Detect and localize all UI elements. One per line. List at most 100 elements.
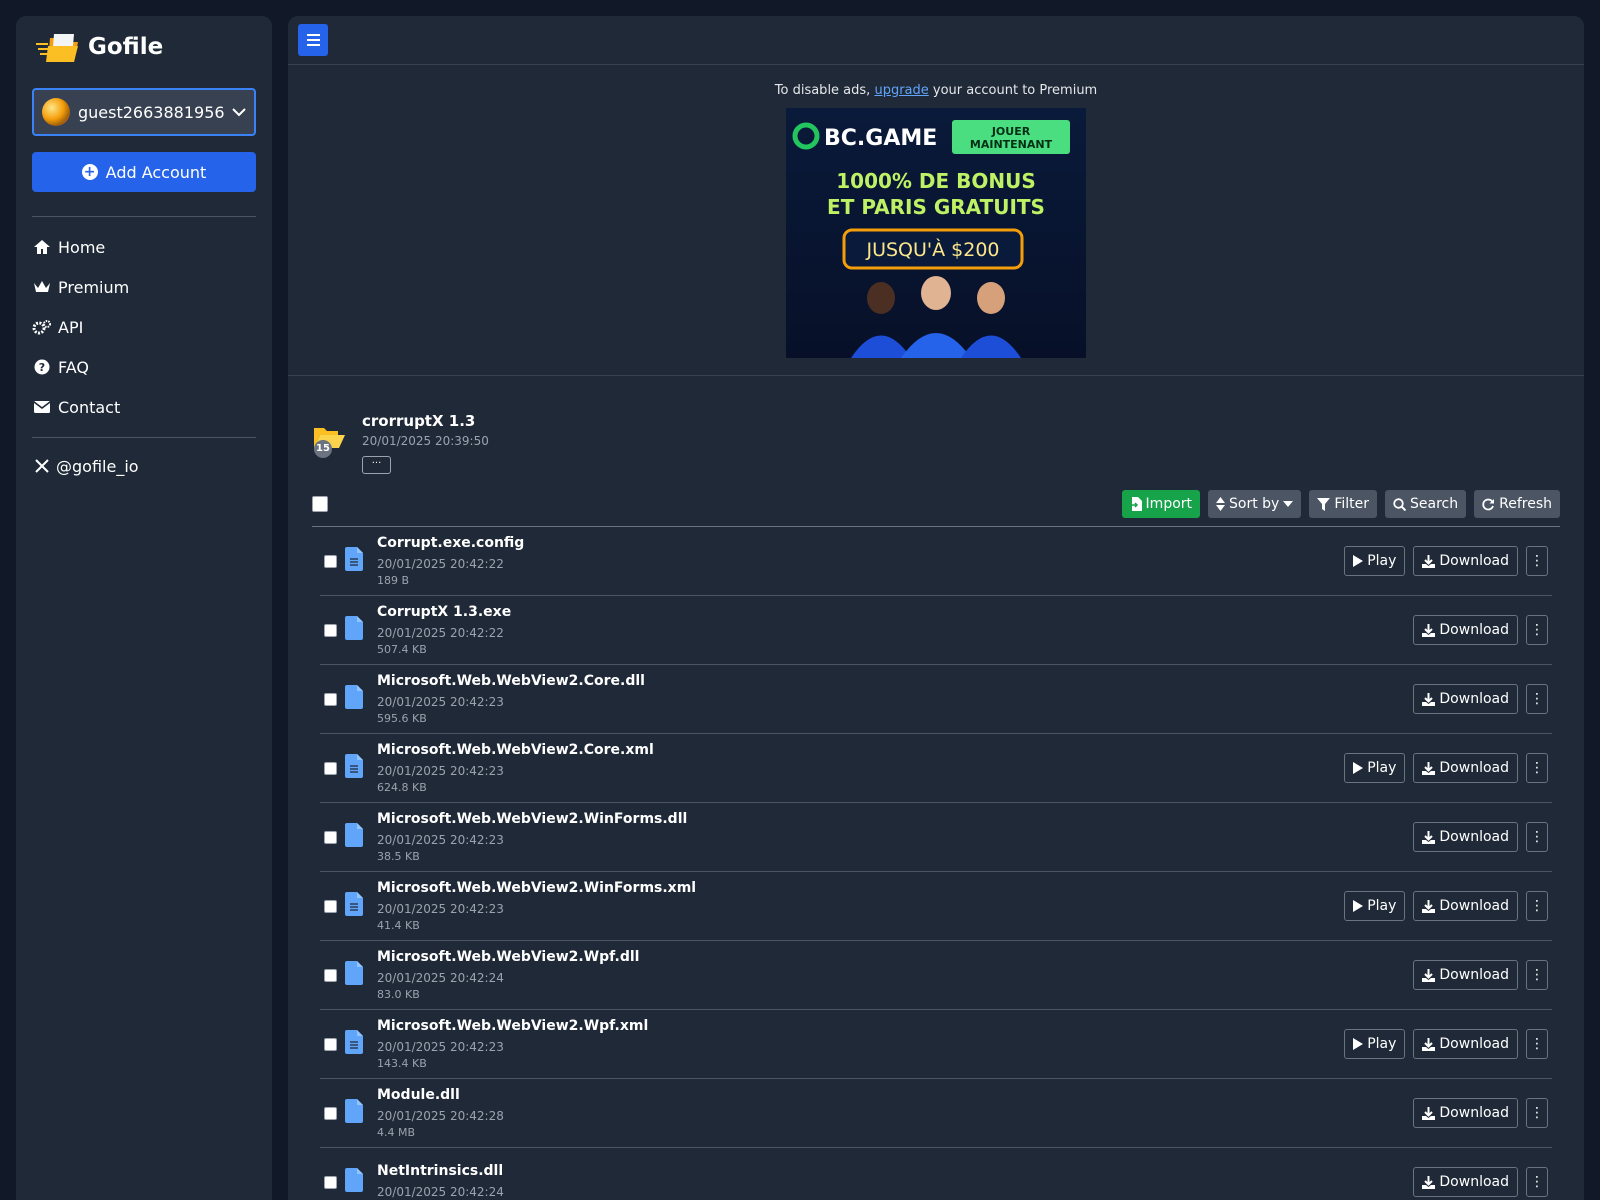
download-button[interactable]: Download [1413,1098,1518,1128]
sort-label: Sort by [1229,496,1280,512]
more-options-icon[interactable]: ⋮ [1526,684,1548,714]
file-lines-icon [345,547,363,575]
file-name[interactable]: Microsoft.Web.WebView2.WinForms.dll [377,811,1413,827]
file-name[interactable]: Microsoft.Web.WebView2.WinForms.xml [377,880,1344,896]
file-checkbox[interactable] [324,692,337,706]
file-row[interactable]: Microsoft.Web.WebView2.Wpf.xml 20/01/2025… [320,1010,1552,1079]
file-row[interactable]: Microsoft.Web.WebView2.Wpf.dll 20/01/2025… [320,941,1552,1010]
upgrade-link[interactable]: upgrade [874,83,928,98]
file-meta: Microsoft.Web.WebView2.Core.xml 20/01/202… [377,742,1344,794]
file-name[interactable]: CorruptX 1.3.exe [377,604,1413,620]
refresh-button[interactable]: Refresh [1474,490,1560,518]
file-actions: Play Download ⋮ [1344,753,1548,783]
nav-item-faq[interactable]: ? FAQ [32,347,256,387]
file-checkbox[interactable] [324,623,337,637]
hamburger-icon [306,34,320,36]
file-name[interactable]: Corrupt.exe.config [377,535,1344,551]
download-button[interactable]: Download [1413,753,1518,783]
gears-icon [32,319,52,335]
download-icon [1422,554,1436,568]
more-options-icon[interactable]: ⋮ [1526,753,1548,783]
file-row[interactable]: CorruptX 1.3.exe 20/01/2025 20:42:22 507.4… [320,596,1552,665]
more-options-icon[interactable]: ⋮ [1526,546,1548,576]
more-options-icon[interactable]: ⋮ [1526,1167,1548,1197]
ad-note-after: your account to Premium [932,83,1098,98]
download-button[interactable]: Download [1413,615,1518,645]
add-account-button[interactable]: + Add Account [32,152,256,192]
play-button[interactable]: Play [1344,753,1406,783]
file-checkbox[interactable] [324,761,337,775]
file-row[interactable]: Microsoft.Web.WebView2.WinForms.dll 20/01… [320,803,1552,872]
file-row[interactable]: Microsoft.Web.WebView2.WinForms.xml 20/01… [320,872,1552,941]
download-icon [1422,761,1436,775]
file-name[interactable]: Microsoft.Web.WebView2.Wpf.xml [377,1018,1344,1034]
select-all-checkbox[interactable] [312,496,328,512]
more-options-icon[interactable]: ⋮ [1526,1098,1548,1128]
chevron-down-icon [232,108,246,117]
file-name[interactable]: Microsoft.Web.WebView2.Core.dll [377,673,1413,689]
social-link-x[interactable]: @gofile_io [32,446,256,486]
nav-item-contact[interactable]: Contact [32,387,256,427]
nav-label-faq: FAQ [58,357,89,377]
file-actions: Download ⋮ [1413,822,1548,852]
menu-toggle-button[interactable] [298,24,328,56]
more-options-icon[interactable]: ⋮ [1526,615,1548,645]
search-button[interactable]: Search [1385,490,1467,518]
sort-button[interactable]: Sort by [1208,490,1302,518]
download-button[interactable]: Download [1413,1167,1518,1197]
download-button[interactable]: Download [1413,960,1518,990]
account-select[interactable]: guest2663881956 [32,88,256,136]
file-checkbox[interactable] [324,554,337,568]
file-checkbox[interactable] [324,968,337,982]
download-icon [1422,899,1436,913]
download-button[interactable]: Download [1413,891,1518,921]
file-checkbox[interactable] [324,899,337,913]
file-name[interactable]: NetIntrinsics.dll [377,1163,1413,1179]
file-name[interactable]: Module.dll [377,1087,1413,1103]
ad-banner[interactable]: BC.GAME JOUER MAINTENANT 1000% DE BONUS … [786,108,1086,358]
more-options-icon[interactable]: ⋮ [1526,822,1548,852]
svg-text:MAINTENANT: MAINTENANT [970,138,1053,151]
sidebar: Gofile guest2663881956 + Add Account Hom… [16,16,272,1200]
logo[interactable]: Gofile [34,16,256,78]
play-button[interactable]: Play [1344,891,1406,921]
file-row[interactable]: Module.dll 20/01/2025 20:42:28 4.4 MB Downl… [320,1079,1552,1148]
play-button[interactable]: Play [1344,1029,1406,1059]
file-name[interactable]: Microsoft.Web.WebView2.Wpf.dll [377,949,1413,965]
file-row[interactable]: Corrupt.exe.config 20/01/2025 20:42:22 189… [320,527,1552,596]
download-label: Download [1439,1105,1509,1121]
more-options-icon[interactable]: ⋮ [1526,1029,1548,1059]
download-button[interactable]: Download [1413,1029,1518,1059]
file-lines-icon [345,754,363,782]
import-button[interactable]: Import [1121,490,1201,518]
file-row[interactable]: Microsoft.Web.WebView2.Core.dll 20/01/202… [320,665,1552,734]
file-date: 20/01/2025 20:42:24 [377,1184,504,1199]
file-size: 83.0 KB [377,988,420,1001]
play-button[interactable]: Play [1344,546,1406,576]
folder-more-button[interactable]: ··· [362,456,391,474]
play-icon [1353,762,1364,774]
file-date: 20/01/2025 20:42:23 [377,764,504,778]
file-row[interactable]: NetIntrinsics.dll 20/01/2025 20:42:24 Down… [320,1148,1552,1200]
download-button[interactable]: Download [1413,822,1518,852]
ad-section: To disable ads, upgrade your account to … [288,65,1584,376]
nav-item-home[interactable]: Home [32,227,256,267]
filter-button[interactable]: Filter [1309,490,1378,518]
file-row[interactable]: Microsoft.Web.WebView2.Core.xml 20/01/202… [320,734,1552,803]
file-checkbox[interactable] [324,1037,337,1051]
download-button[interactable]: Download [1413,684,1518,714]
more-options-icon[interactable]: ⋮ [1526,960,1548,990]
download-button[interactable]: Download [1413,546,1518,576]
file-checkbox[interactable] [324,830,337,844]
file-checkbox[interactable] [324,1175,337,1189]
nav-item-api[interactable]: API [32,307,256,347]
file-size: 189 B [377,574,410,587]
file-name[interactable]: Microsoft.Web.WebView2.Core.xml [377,742,1344,758]
file-checkbox[interactable] [324,1106,337,1120]
nav-item-premium[interactable]: Premium [32,267,256,307]
file-meta: Corrupt.exe.config 20/01/2025 20:42:22 189… [377,535,1344,587]
file-icon [345,823,363,851]
download-label: Download [1439,553,1509,569]
more-options-icon[interactable]: ⋮ [1526,891,1548,921]
play-label: Play [1367,760,1397,776]
